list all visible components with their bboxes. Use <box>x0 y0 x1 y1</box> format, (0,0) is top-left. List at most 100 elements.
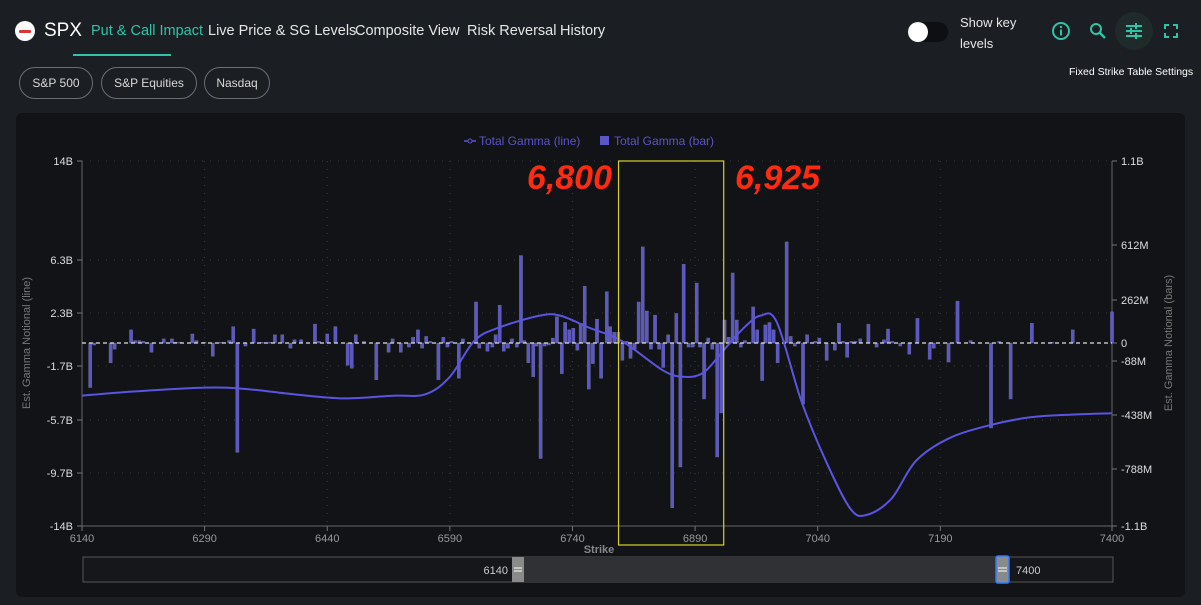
gamma-bar[interactable] <box>445 342 450 348</box>
gamma-bar[interactable] <box>710 342 715 350</box>
gamma-bar[interactable] <box>805 334 809 344</box>
gamma-bar[interactable] <box>149 342 154 353</box>
gamma-bar[interactable] <box>411 337 415 344</box>
gamma-bar[interactable] <box>751 306 755 344</box>
gamma-bar[interactable] <box>273 334 277 344</box>
gamma-bar[interactable] <box>636 301 641 344</box>
legend-bar-label[interactable]: Total Gamma (bar) <box>614 134 714 148</box>
gamma-bar[interactable] <box>129 329 133 344</box>
gamma-bar[interactable] <box>485 342 490 352</box>
gamma-bar[interactable] <box>620 342 625 361</box>
gamma-bar[interactable] <box>678 342 683 468</box>
gamma-bar[interactable] <box>349 342 354 369</box>
gamma-bar[interactable] <box>674 313 679 344</box>
gamma-bar[interactable] <box>599 342 603 379</box>
gamma-bar[interactable] <box>436 342 441 381</box>
gamma-bar[interactable] <box>955 300 960 344</box>
gamma-bar[interactable] <box>424 336 428 344</box>
gamma-bar[interactable] <box>706 337 710 344</box>
gamma-bar[interactable] <box>551 337 555 344</box>
gamma-bar[interactable] <box>490 342 495 348</box>
range-slider-selection[interactable] <box>519 557 1004 582</box>
gamma-bar[interactable] <box>698 342 702 348</box>
gamma-bar[interactable] <box>845 342 849 358</box>
gamma-bar[interactable] <box>231 326 236 344</box>
gamma-bar[interactable] <box>793 342 797 347</box>
gamma-bar[interactable] <box>141 341 146 344</box>
gamma-bar[interactable] <box>161 338 166 344</box>
gamma-bar[interactable] <box>1110 311 1114 344</box>
gamma-bar[interactable] <box>886 328 890 344</box>
gamma-bar[interactable] <box>575 342 580 351</box>
gamma-bar[interactable] <box>1008 342 1013 400</box>
gamma-bar[interactable] <box>788 336 793 344</box>
gamma-bar[interactable] <box>108 342 113 364</box>
gamma-bar[interactable] <box>866 323 871 344</box>
gamma-bar[interactable] <box>390 338 395 344</box>
gamma-bar[interactable] <box>915 318 920 344</box>
gamma-bar[interactable] <box>560 342 564 374</box>
gamma-bar[interactable] <box>763 324 768 344</box>
gamma-bar[interactable] <box>345 342 350 366</box>
gamma-bar[interactable] <box>428 341 433 344</box>
gamma-bar[interactable] <box>571 328 576 344</box>
gamma-bar[interactable] <box>416 329 420 344</box>
gamma-bar[interactable] <box>515 342 519 348</box>
gamma-bar[interactable] <box>354 334 358 344</box>
gamma-bar[interactable] <box>374 342 379 381</box>
gamma-bar[interactable] <box>420 342 424 349</box>
gamma-bar[interactable] <box>755 329 760 344</box>
gamma-bar[interactable] <box>582 285 587 344</box>
gamma-bar[interactable] <box>288 342 293 349</box>
gamma-bar[interactable] <box>474 301 478 344</box>
gamma-bar[interactable] <box>502 342 506 352</box>
gamma-bar[interactable] <box>739 342 743 348</box>
gamma-bar[interactable] <box>760 342 764 381</box>
gamma-bar[interactable] <box>681 263 686 344</box>
gamma-bar[interactable] <box>591 342 595 364</box>
gamma-bar[interactable] <box>538 342 543 459</box>
gamma-bar[interactable] <box>649 342 653 350</box>
gamma-bar[interactable] <box>526 342 531 364</box>
gamma-bar[interactable] <box>813 341 818 344</box>
gamma-bar[interactable] <box>519 255 523 344</box>
gamma-bar[interactable] <box>497 305 502 344</box>
gamma-bar[interactable] <box>833 342 837 351</box>
gamma-bar[interactable] <box>927 342 932 360</box>
gamma-bar[interactable] <box>771 329 776 344</box>
gamma-bar[interactable] <box>775 342 780 364</box>
range-min-handle[interactable] <box>512 557 524 582</box>
legend-line-label[interactable]: Total Gamma (line) <box>479 134 580 148</box>
gamma-bar[interactable] <box>506 342 510 349</box>
gamma-bar[interactable] <box>235 342 240 453</box>
gamma-bar[interactable] <box>931 342 936 349</box>
gamma-bar[interactable] <box>874 342 879 348</box>
gamma-bar[interactable] <box>730 272 735 344</box>
gamma-bar[interactable] <box>313 323 317 344</box>
gamma-bar[interactable] <box>824 342 829 361</box>
gamma-bar[interactable] <box>784 241 789 344</box>
gamma-bar[interactable] <box>587 342 591 390</box>
gamma-bar[interactable] <box>734 319 739 344</box>
gamma-bar[interactable] <box>801 342 805 405</box>
gamma-bar[interactable] <box>251 328 256 344</box>
gamma-bar[interactable] <box>88 342 92 388</box>
gamma-bar[interactable] <box>441 337 446 344</box>
gamma-bar[interactable] <box>946 342 951 363</box>
gamma-bar[interactable] <box>386 342 391 353</box>
gamma-bar[interactable] <box>1030 323 1034 344</box>
gamma-bar[interactable] <box>653 314 657 344</box>
gamma-bar[interactable] <box>657 342 661 350</box>
gamma-bar[interactable] <box>670 342 675 508</box>
gamma-bar[interactable] <box>578 323 583 344</box>
gamma-bar[interactable] <box>493 334 498 344</box>
gamma-bar[interactable] <box>661 342 666 368</box>
gamma-bar[interactable] <box>407 342 411 348</box>
gamma-bar[interactable] <box>112 342 117 350</box>
gamma-bar[interactable] <box>280 334 285 344</box>
gamma-bar[interactable] <box>907 342 912 355</box>
gamma-bar[interactable] <box>686 342 691 348</box>
gamma-bar[interactable] <box>767 322 772 344</box>
gamma-bar[interactable] <box>531 342 536 377</box>
gamma-bar[interactable] <box>640 246 645 344</box>
